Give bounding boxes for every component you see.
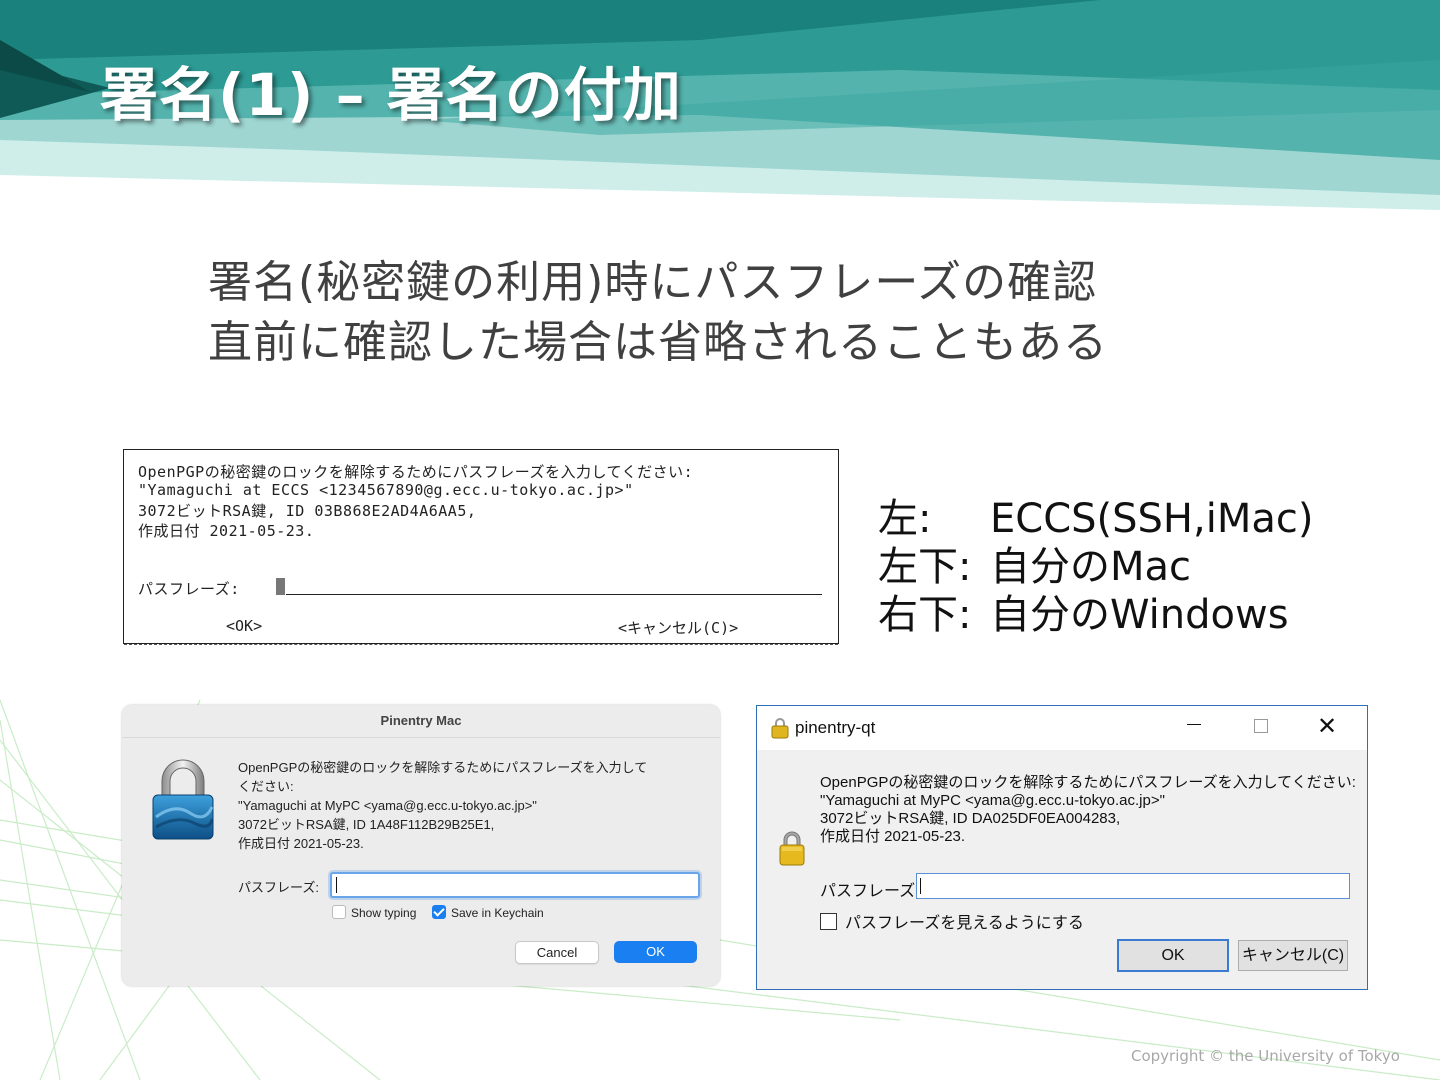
windows-titlebar: pinentry-qt ✕	[757, 706, 1367, 750]
slide-title: 署名(1) – 署名の付加	[100, 61, 682, 129]
mac-window-title: Pinentry Mac	[380, 713, 462, 728]
checkbox-checked-icon	[432, 905, 446, 919]
legend-value: 自分のWindows	[990, 592, 1289, 638]
terminal-message-line: 3072ビットRSA鍵, ID 03B868E2AD4A6AA5,	[138, 502, 477, 520]
copyright-notice: Copyright © the University of Tokyo	[1131, 1047, 1400, 1065]
screenshot-legend: 左: ECCS(SSH,iMac) 左下: 自分のMac 右下: 自分のWindows	[878, 486, 1313, 638]
show-typing-label: Show typing	[351, 906, 417, 920]
mac-titlebar-divider	[122, 737, 720, 738]
mac-prompt-message: OpenPGPの秘密鍵のロックを解除するためにパスフレーズを入力して ください:…	[238, 760, 648, 851]
legend-key: 右下:	[878, 592, 972, 638]
terminal-passphrase-label: パスフレーズ:	[138, 580, 240, 598]
text-caret	[336, 877, 337, 893]
bullet-passphrase-check: 署名(秘密鍵の利用)時にパスフレーズの確認	[208, 257, 1098, 308]
checkbox-unchecked-icon	[332, 905, 346, 919]
checkbox-unchecked-icon	[820, 913, 837, 930]
padlock-icon	[152, 759, 214, 840]
terminal-message-line: 作成日付 2021-05-23.	[138, 522, 315, 540]
windows-window-title: pinentry-qt	[795, 718, 876, 737]
show-typing-checkbox[interactable]: Show typing	[332, 905, 416, 920]
maximize-icon[interactable]	[1254, 719, 1268, 733]
windows-ok-button[interactable]: OK	[1117, 939, 1229, 972]
legend-row: 左: ECCS(SSH,iMac)	[878, 486, 1313, 542]
windows-pinentry-dialog: pinentry-qt ✕ OpenPGPの秘密鍵のロックを解除するためにパスフ…	[756, 705, 1368, 990]
show-passphrase-checkbox[interactable]: パスフレーズを見えるようにする	[820, 909, 1084, 933]
bullet-may-be-skipped: 直前に確認した場合は省略されることもある	[208, 317, 1108, 368]
close-icon[interactable]: ✕	[1317, 712, 1337, 741]
windows-passphrase-label: パスフレーズ:	[820, 883, 920, 900]
terminal-pinentry-dialog: OpenPGPの秘密鍵のロックを解除するためにパスフレーズを入力してください: …	[123, 449, 839, 645]
windows-passphrase-input[interactable]	[916, 873, 1350, 899]
save-in-keychain-checkbox[interactable]: Save in Keychain	[432, 905, 544, 920]
terminal-message-line: "Yamaguchi at ECCS <1234567890@g.ecc.u-t…	[138, 481, 634, 499]
windows-cancel-button[interactable]: キャンセル(C)	[1238, 940, 1348, 971]
mac-ok-button[interactable]: OK	[614, 941, 697, 963]
mac-passphrase-input[interactable]	[330, 872, 700, 898]
mac-pinentry-dialog: Pinentry Mac OpenPGPの秘密鍵のロックを解除するためにパスフレ…	[122, 705, 720, 986]
padlock-icon	[779, 831, 805, 866]
terminal-cancel-button[interactable]: <キャンセル(C)>	[618, 617, 738, 638]
mac-passphrase-label: パスフレーズ:	[238, 880, 319, 895]
legend-row: 右下: 自分のWindows	[878, 582, 1313, 638]
terminal-bottom-border	[124, 644, 838, 645]
legend-row: 左下: 自分のMac	[878, 534, 1313, 590]
terminal-cursor	[276, 578, 285, 595]
terminal-passphrase-input[interactable]	[286, 594, 822, 595]
mac-cancel-button[interactable]: Cancel	[515, 941, 599, 964]
save-in-keychain-label: Save in Keychain	[451, 906, 544, 920]
padlock-icon	[771, 718, 789, 739]
text-caret	[920, 878, 921, 894]
windows-prompt-message: OpenPGPの秘密鍵のロックを解除するためにパスフレーズを入力してください: …	[820, 774, 1356, 845]
terminal-message-line: OpenPGPの秘密鍵のロックを解除するためにパスフレーズを入力してください:	[138, 463, 694, 481]
terminal-ok-button[interactable]: <OK>	[226, 617, 262, 635]
minimize-icon[interactable]	[1187, 724, 1201, 725]
show-passphrase-label: パスフレーズを見えるようにする	[845, 915, 1084, 932]
